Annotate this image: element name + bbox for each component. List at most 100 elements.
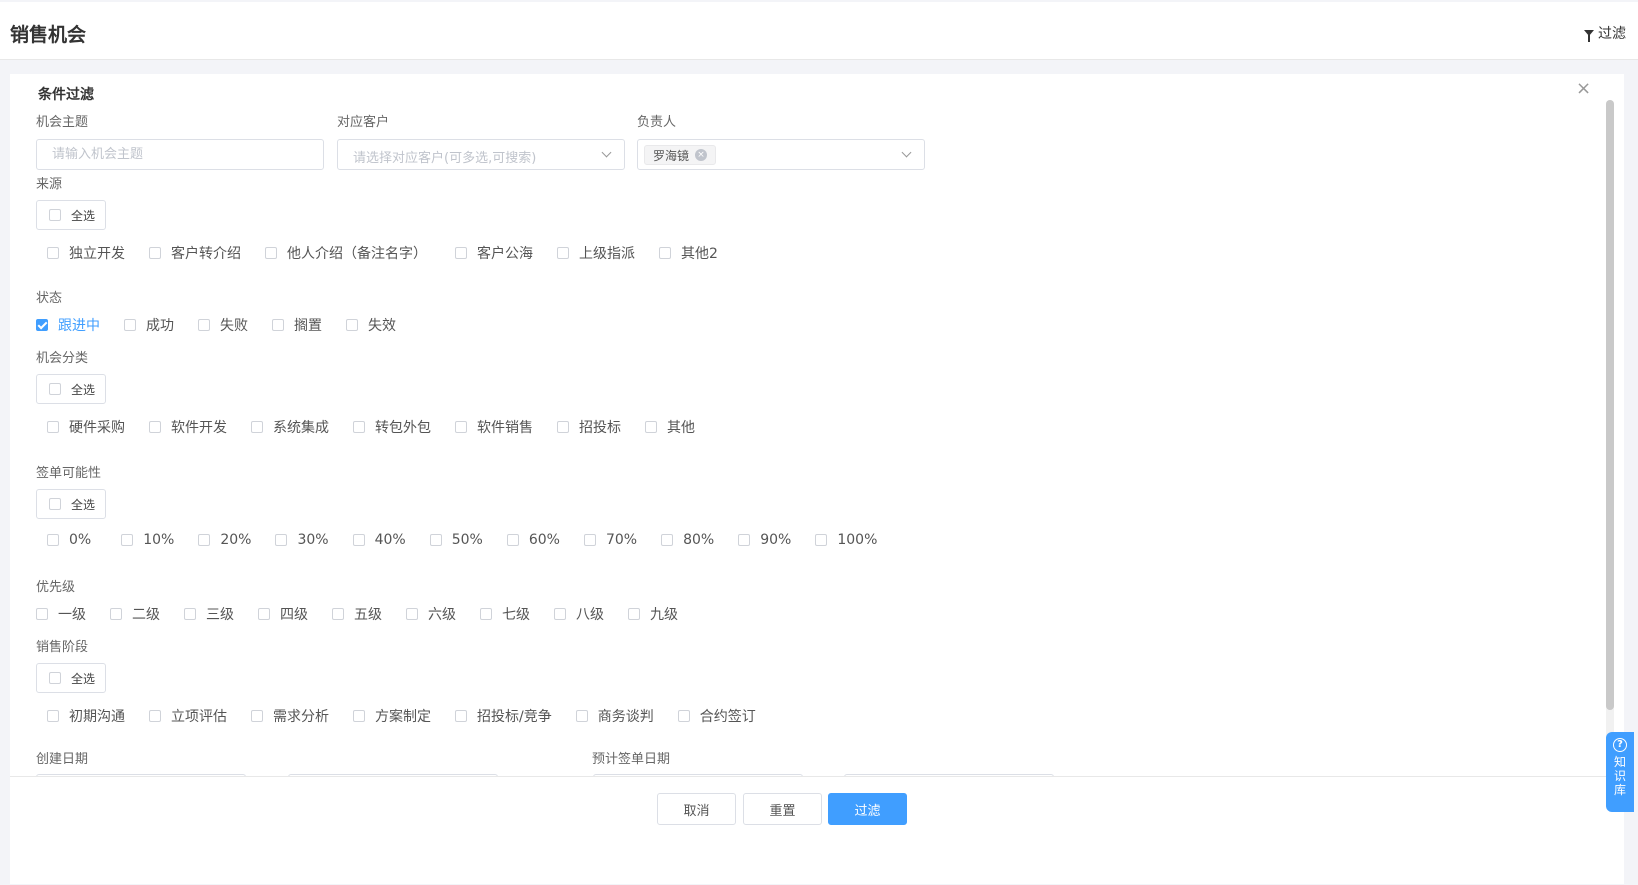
probability-option-label: 100% [837,532,878,548]
checkbox-icon [346,319,358,331]
source-option[interactable]: 上级指派 [557,243,635,263]
source-select-all[interactable]: 全选 [36,200,106,230]
priority-options: 一级 二级 三级 四级 五级 六级 七级 八级 九级 [36,604,678,624]
priority-option[interactable]: 四级 [258,604,308,624]
stage-option[interactable]: 需求分析 [251,706,329,726]
filter-content: 条件过滤 × 机会主题 对应客户 请选择对应客户(可多选,可搜索) 负责人 罗海… [10,74,1624,814]
priority-option[interactable]: 九级 [628,604,678,624]
reset-button[interactable]: 重置 [743,793,822,825]
probability-option[interactable]: 70% [583,532,638,548]
category-option[interactable]: 系统集成 [251,417,329,437]
probability-select-all[interactable]: 全选 [36,489,106,519]
priority-option[interactable]: 六级 [406,604,456,624]
stage-option-label: 需求分析 [273,709,329,725]
status-option[interactable]: 跟进中 [36,315,100,335]
status-option[interactable]: 失败 [198,315,248,335]
priority-option[interactable]: 五级 [332,604,382,624]
customer-placeholder: 请选择对应客户(可多选,可搜索) [353,151,537,166]
source-option[interactable]: 客户转介绍 [149,243,241,263]
category-option[interactable]: 转包外包 [353,417,431,437]
source-option-label: 其他2 [681,246,718,262]
source-option[interactable]: 他人介绍（备注名字） [265,243,427,263]
status-option-label: 跟进中 [58,318,100,334]
cancel-button[interactable]: 取消 [657,793,736,825]
probability-option[interactable]: 40% [352,532,406,548]
probability-label: 签单可能性 [36,466,102,481]
source-option-label: 客户转介绍 [171,246,241,262]
apply-filter-button[interactable]: 过滤 [828,793,907,825]
source-label: 来源 [36,177,63,192]
customer-select[interactable]: 请选择对应客户(可多选,可搜索) [337,139,625,170]
status-option[interactable]: 失效 [346,315,396,335]
checkbox-icon [557,421,569,433]
source-option[interactable]: 其他2 [659,243,718,263]
probability-option[interactable]: 0% [47,532,91,548]
checkbox-icon [49,209,61,221]
probability-option[interactable]: 10% [121,532,174,548]
filter-toggle-link[interactable]: 过滤 [1584,23,1626,43]
probability-option-label: 90% [760,532,792,548]
category-option[interactable]: 软件销售 [455,417,533,437]
checkbox-icon [265,247,277,259]
stage-option-label: 招投标/竞争 [477,709,552,725]
checkbox-icon [480,608,492,620]
probability-option-label: 80% [683,532,715,548]
probability-option[interactable]: 60% [506,532,560,548]
stage-option[interactable]: 商务谈判 [575,706,654,726]
scrollbar-thumb[interactable] [1606,100,1614,710]
stage-option[interactable]: 合约签订 [677,706,756,726]
checkbox-icon [198,534,211,546]
scrollbar[interactable] [1606,100,1614,810]
probability-option[interactable]: 90% [738,532,791,548]
stage-option[interactable]: 立项评估 [149,706,227,726]
topic-input[interactable] [36,139,324,170]
priority-option[interactable]: 八级 [554,604,604,624]
stage-option[interactable]: 招投标/竞争 [455,706,552,726]
checkbox-icon [455,247,467,259]
priority-option-label: 九级 [650,607,678,623]
stage-label: 销售阶段 [36,640,89,655]
checkbox-icon [47,534,59,546]
probability-option[interactable]: 30% [275,532,329,548]
source-option[interactable]: 独立开发 [47,243,125,263]
stage-option[interactable]: 方案制定 [353,706,431,726]
checkbox-icon [198,319,210,331]
close-icon[interactable]: × [1576,78,1591,99]
checkbox-icon [124,319,136,331]
checkbox-icon [429,534,442,546]
checkbox-icon [554,608,566,620]
category-option[interactable]: 硬件采购 [47,417,125,437]
source-option[interactable]: 客户公海 [455,243,533,263]
owner-select[interactable]: 罗海镜 × [637,139,925,170]
category-option[interactable]: 软件开发 [149,417,227,437]
probability-option-label: 60% [528,532,560,548]
probability-option[interactable]: 20% [198,532,251,548]
probability-option[interactable]: 100% [815,532,877,548]
checkbox-icon [49,672,61,684]
category-select-all[interactable]: 全选 [36,374,106,404]
stage-option[interactable]: 初期沟通 [47,706,125,726]
probability-option[interactable]: 80% [661,532,714,548]
checkbox-icon [149,421,161,433]
tag-close-icon[interactable]: × [695,149,708,161]
status-option[interactable]: 搁置 [272,315,322,335]
status-option[interactable]: 成功 [124,315,174,335]
checkbox-icon [353,421,365,433]
category-option[interactable]: 招投标 [557,417,621,437]
checkbox-icon [738,534,751,546]
priority-option-label: 四级 [280,607,308,623]
priority-option[interactable]: 二级 [110,604,160,624]
chevron-down-icon [601,147,612,158]
probability-option-label: 20% [220,532,252,548]
knowledge-base-widget[interactable]: ? 知 识 库 [1606,732,1634,812]
priority-label: 优先级 [36,580,76,595]
stage-select-all[interactable]: 全选 [36,663,106,693]
checkbox-icon [332,608,344,620]
checkbox-icon [628,608,640,620]
priority-option[interactable]: 一级 [36,604,86,624]
priority-option[interactable]: 七级 [480,604,530,624]
priority-option[interactable]: 三级 [184,604,234,624]
category-option[interactable]: 其他 [645,417,695,437]
probability-option-label: 70% [605,532,638,548]
probability-option[interactable]: 50% [429,532,483,548]
